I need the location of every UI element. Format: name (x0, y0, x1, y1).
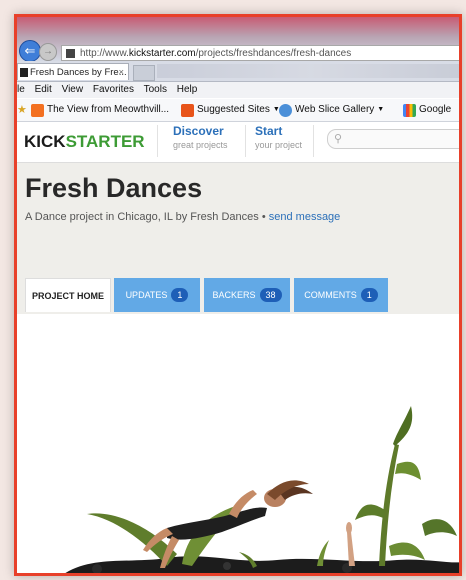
new-tab-button[interactable] (133, 65, 155, 81)
tab-backers-label: BACKERS (212, 290, 256, 300)
favorite-google[interactable]: Google (403, 99, 451, 121)
tab-comments[interactable]: COMMENTS 1 (294, 278, 388, 312)
tab-comments-label: COMMENTS (304, 290, 357, 300)
menu-favorites[interactable]: Favorites (93, 84, 134, 95)
toolbar-blur (157, 64, 459, 78)
favorite-webslice-label: Web Slice Gallery (295, 104, 375, 115)
send-message-link[interactable]: send message (269, 211, 341, 223)
address-prefix: http://www. (80, 48, 129, 59)
favorite-star-icon[interactable]: ★ (17, 99, 27, 121)
start-sub: your project (255, 140, 303, 150)
dropdown-arrow-icon: ▼ (377, 106, 385, 113)
tab-project-home[interactable]: PROJECT HOME (25, 278, 111, 312)
project-title: Fresh Dances (25, 173, 203, 203)
favorite-google-label: Google (419, 104, 452, 115)
screenshot-frame: ⇐ → http://www.kickstarter.com/projects/… (14, 14, 462, 576)
project-header: Fresh Dances A Dance project in Chicago,… (17, 163, 459, 315)
start-label: Start (255, 124, 283, 138)
tab-project-home-label: PROJECT HOME (31, 291, 104, 301)
address-bar[interactable]: http://www.kickstarter.com/projects/fres… (61, 45, 459, 61)
favorite-meowthville[interactable]: The View from Meowthvill... (31, 99, 169, 121)
header-divider (245, 125, 246, 157)
tab-backers[interactable]: BACKERS 38 (204, 278, 290, 312)
menu-help[interactable]: Help (177, 84, 198, 95)
search-icon: ⚲ (334, 133, 343, 145)
suggested-sites-icon (181, 103, 194, 117)
comments-count-badge: 1 (360, 288, 378, 302)
project-hero-image (65, 406, 459, 573)
tab-close-icon[interactable]: × (118, 64, 124, 81)
tab-updates-label: UPDATES (125, 290, 168, 300)
project-video-area[interactable] (17, 314, 459, 573)
tab-bar: Fresh Dances by Fre... × (17, 61, 459, 82)
tab-updates[interactable]: UPDATES 1 (114, 278, 200, 312)
menu-edit[interactable]: Edit (35, 84, 52, 95)
menu-tools[interactable]: Tools (144, 84, 167, 95)
favorites-bar: ★ The View from Meowthvill... Suggested … (17, 99, 459, 122)
start-link[interactable]: Start your project (255, 124, 302, 152)
project-meta: A Dance project in Chicago, IL by Fresh … (25, 211, 266, 223)
discover-label: Discover (173, 124, 224, 138)
forward-button[interactable]: → (39, 43, 57, 61)
menu-bar: le Edit View Favorites Tools Help (17, 82, 459, 98)
favorite-web-slice[interactable]: Web Slice Gallery ▼ (279, 99, 384, 121)
backers-count-badge: 38 (259, 288, 282, 302)
kickstarter-logo[interactable]: KICKSTARTER (24, 132, 145, 152)
back-button[interactable]: ⇐ (19, 40, 41, 62)
header-divider (313, 125, 314, 157)
tab-favicon-icon (20, 68, 28, 77)
logo-kick: KICK (24, 132, 66, 151)
kickstarter-header: KICKSTARTER Discover great projects Star… (17, 122, 459, 163)
address-path: /projects/freshdances/fresh-dances (195, 48, 352, 59)
project-subtitle: A Dance project in Chicago, IL by Fresh … (25, 211, 340, 223)
favorite-suggested-sites[interactable]: Suggested Sites ▼ (181, 99, 280, 121)
favorite-meowthville-label: The View from Meowthvill... (47, 104, 170, 115)
header-divider (157, 125, 158, 157)
blogger-icon (31, 103, 44, 117)
browser-tab[interactable]: Fresh Dances by Fre... × (17, 63, 129, 80)
menu-view[interactable]: View (62, 84, 84, 95)
discover-sub: great projects (173, 140, 228, 150)
search-input[interactable]: ⚲ (327, 129, 459, 149)
favorite-suggested-label: Suggested Sites (197, 104, 270, 115)
logo-starter: STARTER (65, 132, 145, 151)
tab-title: Fresh Dances by Fre... (30, 67, 127, 78)
updates-count-badge: 1 (171, 288, 189, 302)
google-icon (403, 103, 416, 117)
browser-chrome: ⇐ → http://www.kickstarter.com/projects/… (17, 17, 459, 62)
web-slice-icon (279, 103, 292, 117)
menu-file[interactable]: le (17, 84, 25, 95)
address-domain: kickstarter.com (128, 48, 196, 59)
site-icon (66, 49, 75, 58)
discover-link[interactable]: Discover great projects (173, 124, 228, 152)
